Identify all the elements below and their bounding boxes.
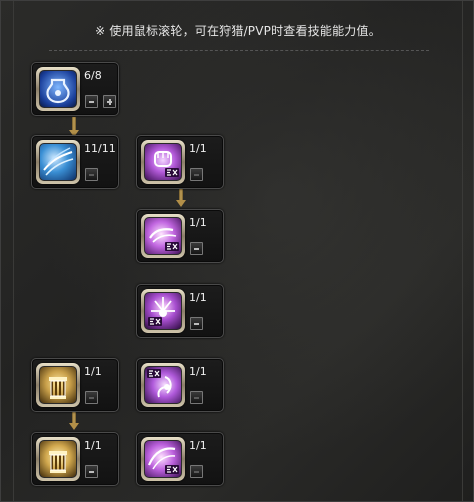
decrease-level-button[interactable]: [190, 168, 203, 181]
prerequisite-arrow: [176, 187, 186, 209]
prerequisite-arrow: [69, 410, 79, 432]
decrease-level-button[interactable]: [190, 391, 203, 404]
skill-slot-potion[interactable]: 6/8: [31, 62, 119, 116]
icon-frame: [141, 289, 185, 333]
skill-level: 1/1: [84, 439, 102, 452]
golden-pillar-icon[interactable]: [39, 440, 77, 478]
skill-level: 6/8: [84, 69, 102, 82]
skill-tree-panel: ※ 使用鼠标滚轮，可在狩猎/PVP时查看技能能力值。 6/8 11/11 1/1…: [0, 0, 474, 502]
skill-slot-ex-burst[interactable]: 1/1: [136, 284, 224, 338]
decrease-level-button[interactable]: [85, 168, 98, 181]
skill-level: 11/11: [84, 142, 116, 155]
skill-slot-ex-punch[interactable]: 1/1: [136, 135, 224, 189]
ex-sweep-icon[interactable]: [144, 440, 182, 478]
golden-pillar-icon[interactable]: [39, 366, 77, 404]
icon-frame: [36, 67, 80, 111]
decrease-level-button[interactable]: [190, 465, 203, 478]
decrease-level-button[interactable]: [85, 95, 98, 108]
icon-frame: [36, 437, 80, 481]
decrease-level-button[interactable]: [190, 317, 203, 330]
ex-charge-icon[interactable]: [144, 217, 182, 255]
potion-bag-icon[interactable]: [39, 70, 77, 108]
skill-slot-frost[interactable]: 11/11: [31, 135, 119, 189]
icon-frame: [141, 214, 185, 258]
decrease-level-button[interactable]: [85, 391, 98, 404]
ex-spirit-icon[interactable]: [144, 366, 182, 404]
icon-frame: [36, 363, 80, 407]
skill-slot-pillar[interactable]: 1/1: [31, 358, 119, 412]
skill-level: 1/1: [189, 291, 207, 304]
skill-slot-ex-sweep[interactable]: 1/1: [136, 432, 224, 486]
skill-level: 1/1: [189, 365, 207, 378]
skill-level: 1/1: [189, 439, 207, 452]
hint-text: ※ 使用鼠标滚轮，可在狩猎/PVP时查看技能能力值。: [95, 24, 381, 38]
skill-slot-ex-spirit[interactable]: 1/1: [136, 358, 224, 412]
icon-frame: [36, 140, 80, 184]
skill-slot-ex-charge[interactable]: 1/1: [136, 209, 224, 263]
skill-level: 1/1: [189, 142, 207, 155]
decrease-level-button[interactable]: [85, 465, 98, 478]
icon-frame: [141, 140, 185, 184]
ex-fist-icon[interactable]: [144, 143, 182, 181]
frost-burst-icon[interactable]: [39, 143, 77, 181]
skill-level: 1/1: [84, 365, 102, 378]
decrease-level-button[interactable]: [190, 242, 203, 255]
divider: [49, 50, 429, 51]
skill-slot-pillar-2[interactable]: 1/1: [31, 432, 119, 486]
skill-level: 1/1: [189, 216, 207, 229]
icon-frame: [141, 437, 185, 481]
icon-frame: [141, 363, 185, 407]
increase-level-button[interactable]: [103, 95, 116, 108]
ex-burst-icon[interactable]: [144, 292, 182, 330]
